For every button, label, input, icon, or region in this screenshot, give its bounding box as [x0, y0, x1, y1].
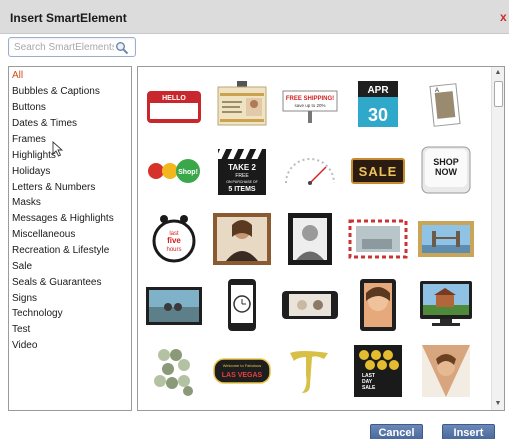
category-item-buttons[interactable]: Buttons — [12, 102, 46, 114]
thumb-letter-a-mask[interactable] — [144, 345, 204, 397]
category-item-messages-highlights[interactable]: Messages & Highlights — [12, 213, 114, 225]
thumb-alarm-clock[interactable]: last five hours — [144, 213, 204, 265]
clock-line3: hours — [166, 247, 181, 253]
calendar-day-text: 30 — [368, 105, 388, 125]
category-item-test[interactable]: Test — [12, 324, 30, 336]
vegas-line2-text: LAS VEGAS — [222, 372, 263, 379]
thumb-airmail-frame[interactable] — [348, 213, 408, 265]
last-day-line3: SALE — [362, 385, 376, 391]
thumb-las-vegas-sign[interactable]: Welcome to Fabulous LAS VEGAS — [212, 345, 272, 397]
thumb-shop-bubbles[interactable]: Shop! — [144, 145, 204, 197]
category-item-video[interactable]: Video — [12, 340, 37, 352]
cancel-button[interactable]: Cancel — [370, 424, 423, 439]
thumb-black-frame-child[interactable] — [280, 213, 340, 265]
clapper-line3: ON PURCHASE OF — [226, 180, 258, 184]
mouse-cursor-icon — [52, 141, 64, 157]
key-line1-text: SHOP — [433, 157, 459, 167]
thumb-id-badge[interactable] — [212, 79, 272, 131]
close-icon[interactable]: x — [500, 10, 507, 24]
key-line2-text: NOW — [435, 167, 458, 177]
thumb-photo-beach[interactable] — [144, 279, 204, 331]
smartelement-grid: HELLO FREE SHIPPING! save up to 20% APR — [137, 66, 505, 411]
free-shipping-text: FREE SHIPPING! — [286, 96, 334, 102]
category-item-dates-times[interactable]: Dates & Times — [12, 118, 77, 130]
thumb-gold-letter-t[interactable] — [280, 345, 340, 397]
vegas-line1-text: Welcome to Fabulous — [223, 363, 262, 368]
scroll-down-icon[interactable]: ▼ — [492, 398, 504, 410]
thumb-phone-landscape-dogs[interactable] — [280, 279, 340, 331]
thumb-honeycomb-last-day-sale[interactable]: LAST DAY SALE — [348, 345, 408, 397]
clapper-line1: TAKE 2 — [228, 163, 256, 172]
calendar-month-text: APR — [367, 85, 389, 96]
insert-button[interactable]: Insert — [442, 424, 495, 439]
scrollbar-thumb[interactable] — [494, 81, 503, 107]
clapper-line2: FREE — [235, 173, 249, 179]
category-item-masks[interactable]: Masks — [12, 197, 41, 209]
hello-badge-text: HELLO — [162, 95, 186, 102]
category-item-all[interactable]: All — [12, 70, 23, 82]
thumb-clapper-take-2[interactable]: TAKE 2 FREE ON PURCHASE OF 5 ITEMS — [212, 145, 272, 197]
thumb-gold-frame-bridge[interactable] — [416, 213, 476, 265]
search-box — [8, 37, 136, 57]
category-item-seals-guarantees[interactable]: Seals & Guarantees — [12, 277, 102, 289]
clapper-line4: 5 ITEMS — [228, 186, 256, 193]
thumb-playing-card[interactable]: A — [416, 79, 476, 131]
clock-line2: five — [167, 236, 181, 245]
sale-sign-text: SALE — [359, 164, 398, 179]
scroll-up-icon[interactable]: ▲ — [492, 67, 504, 79]
thumb-speedometer[interactable] — [280, 145, 340, 197]
category-item-miscellaneous[interactable]: Miscellaneous — [12, 229, 75, 241]
category-item-signs[interactable]: Signs — [12, 293, 37, 305]
thumb-shop-now-key[interactable]: SHOP NOW — [416, 145, 476, 197]
thumb-monitor-house[interactable] — [416, 279, 476, 331]
thumb-free-shipping-billboard[interactable]: FREE SHIPPING! save up to 20% — [280, 79, 340, 131]
grid-scrollbar[interactable]: ▲ ▼ — [491, 67, 504, 410]
thumb-phone-clock[interactable] — [212, 279, 272, 331]
category-item-letters-numbers[interactable]: Letters & Numbers — [12, 182, 95, 194]
category-item-bubbles-captions[interactable]: Bubbles & Captions — [12, 86, 100, 98]
category-item-frames[interactable]: Frames — [12, 134, 46, 146]
thumb-calendar-apr-30[interactable]: APR 30 — [348, 79, 408, 131]
magnifier-icon[interactable] — [115, 41, 129, 55]
thumb-sale-sign[interactable]: SALE — [348, 145, 408, 197]
dialog-titlebar: Insert SmartElement x — [0, 0, 509, 34]
thumb-hello-badge[interactable]: HELLO — [144, 79, 204, 131]
dialog-title: Insert SmartElement — [10, 11, 127, 25]
shop-bubble-text: Shop! — [178, 169, 198, 176]
category-item-recreation-lifestyle[interactable]: Recreation & Lifestyle — [12, 245, 109, 257]
category-list: All Bubbles & Captions Buttons Dates & T… — [8, 66, 132, 411]
category-item-sale[interactable]: Sale — [12, 261, 32, 273]
thumb-tablet-face[interactable] — [348, 279, 408, 331]
save-up-text: save up to 20% — [294, 103, 325, 108]
category-item-highlights[interactable]: Highlights — [12, 150, 56, 162]
thumb-wood-frame-portrait[interactable] — [212, 213, 272, 265]
search-input[interactable] — [14, 40, 114, 54]
category-item-technology[interactable]: Technology — [12, 308, 63, 320]
svg-text:A: A — [435, 88, 439, 94]
category-item-holidays[interactable]: Holidays — [12, 166, 50, 178]
thumb-triangle-mask-portrait[interactable] — [416, 345, 476, 397]
